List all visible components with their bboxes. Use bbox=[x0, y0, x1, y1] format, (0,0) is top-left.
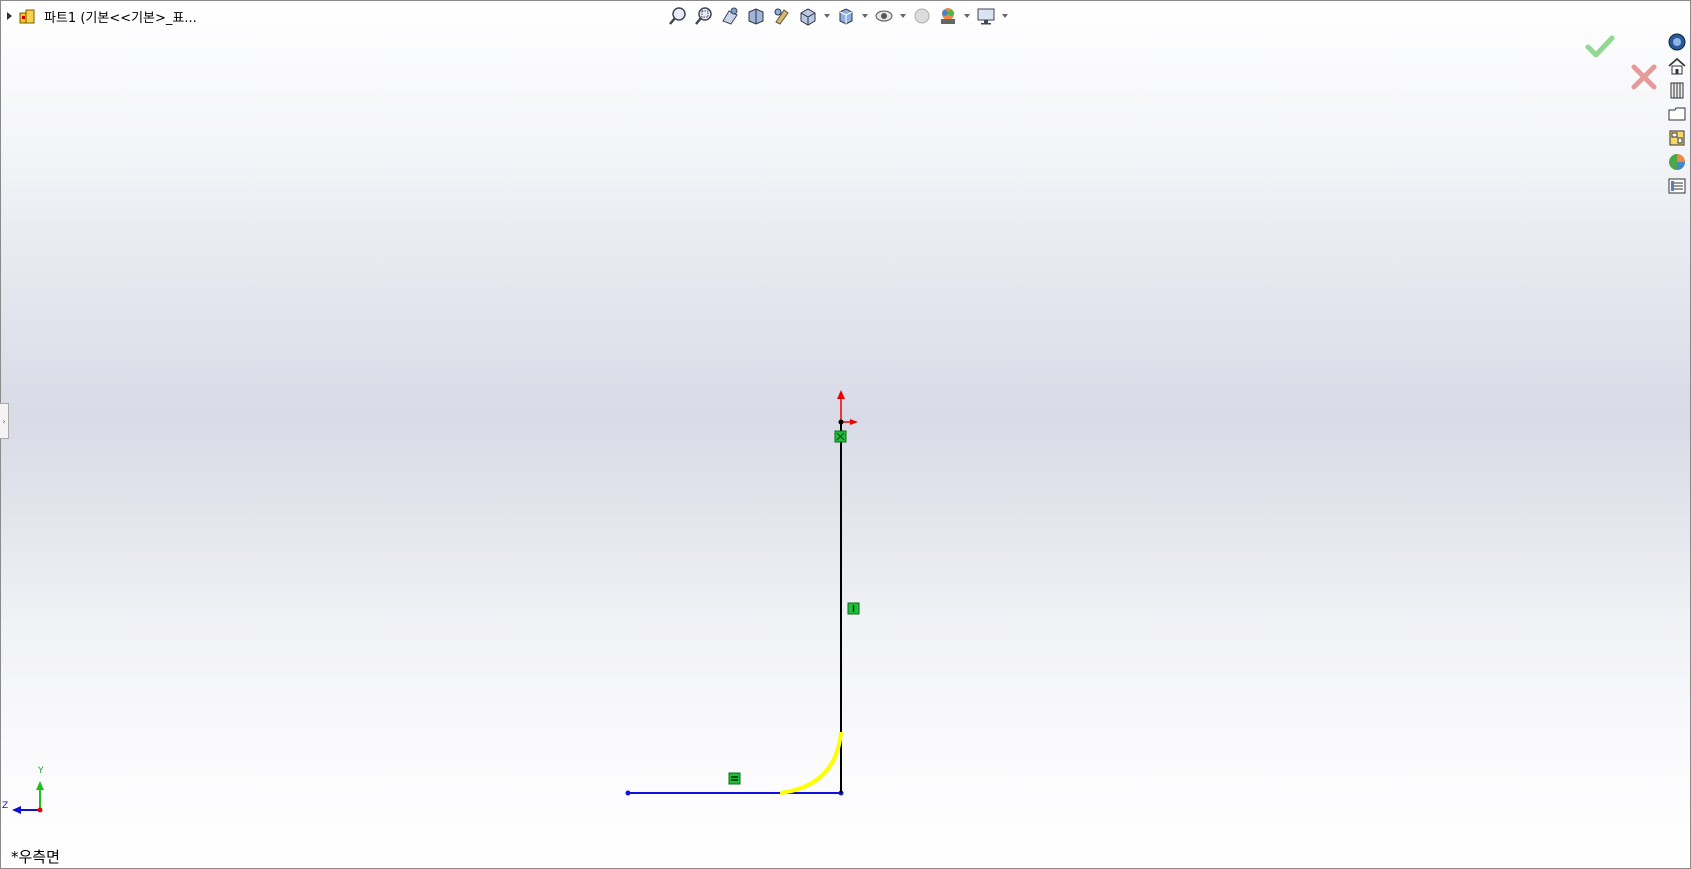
horizontal-relation-icon[interactable] bbox=[728, 772, 741, 785]
coincident-relation-icon[interactable] bbox=[834, 430, 847, 443]
view-orientation-label: *우측면 bbox=[11, 848, 60, 866]
triad-y-label: Y bbox=[38, 766, 44, 776]
fillet-arc-selected[interactable] bbox=[779, 731, 843, 795]
sketch-endpoint[interactable] bbox=[625, 790, 631, 796]
triad-z-label: Z bbox=[2, 801, 9, 811]
reference-triad bbox=[12, 781, 44, 814]
sketch-endpoint[interactable] bbox=[838, 419, 844, 425]
graphics-area[interactable] bbox=[0, 0, 1691, 869]
vertical-relation-icon[interactable] bbox=[847, 602, 860, 615]
